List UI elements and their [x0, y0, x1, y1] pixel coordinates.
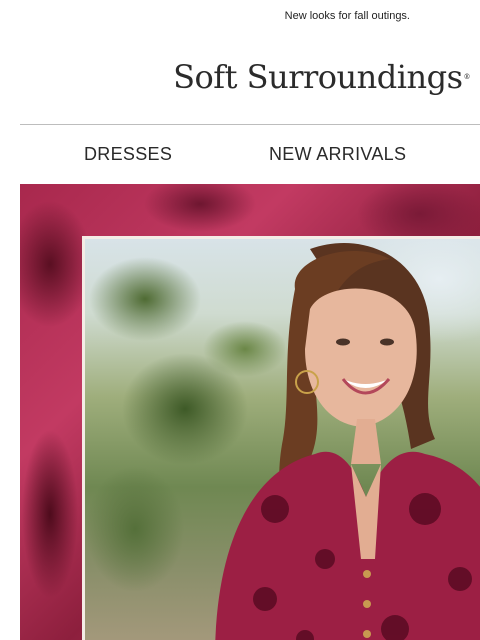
preheader: New looks for fall outings. [0, 0, 480, 32]
trademark-symbol: ® [463, 73, 471, 81]
hero-banner[interactable] [20, 184, 480, 640]
preheader-text: New looks for fall outings. [284, 10, 410, 22]
divider [20, 124, 480, 125]
brand-name: Soft Surroundings [173, 58, 463, 96]
nav-link-new-arrivals[interactable]: NEW ARRIVALS [269, 144, 406, 165]
nav-link-dresses[interactable]: DRESSES [84, 144, 172, 165]
category-nav: DRESSES NEW ARRIVALS [20, 130, 480, 180]
hero-photo[interactable] [82, 236, 480, 640]
model-photo [215, 242, 480, 640]
brand-logo[interactable]: Soft Surroundings ® [0, 52, 480, 102]
